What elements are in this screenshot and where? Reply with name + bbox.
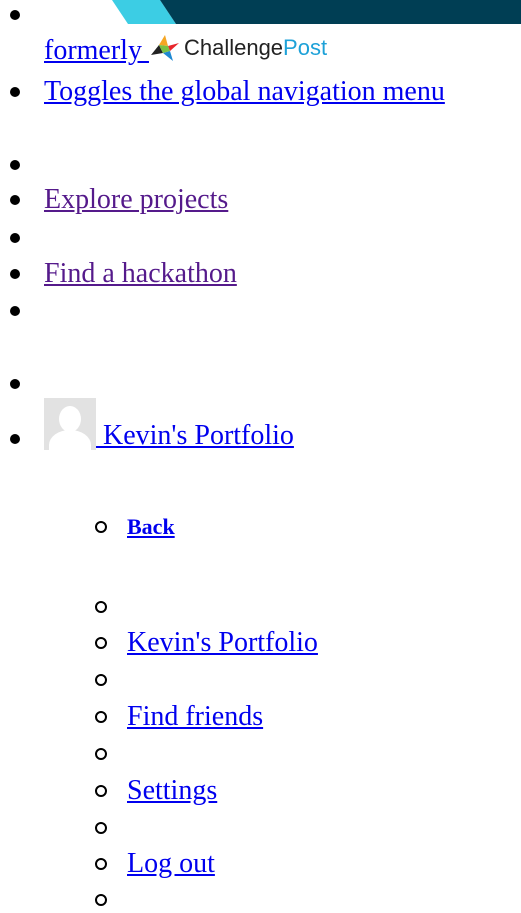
list-bullet — [10, 87, 20, 97]
list-bullet-circle — [95, 822, 107, 834]
find-hackathon-link[interactable]: Find a hackathon — [44, 254, 237, 294]
challengepost-logo: ChallengePost — [150, 31, 328, 65]
formerly-label: formerly — [44, 35, 149, 66]
list-bullet — [10, 195, 20, 205]
formerly-challengepost: formerly ChallengePost — [44, 31, 327, 71]
submenu-portfolio-link[interactable]: Kevin's Portfolio — [127, 623, 318, 663]
list-bullet — [10, 379, 20, 389]
explore-projects-link[interactable]: Explore projects — [44, 180, 228, 220]
user-portfolio-link[interactable]: Kevin's Portfolio — [44, 398, 294, 456]
list-bullet-circle — [95, 858, 107, 870]
banner-dark-band — [160, 0, 521, 24]
settings-link[interactable]: Settings — [127, 771, 217, 811]
list-bullet-circle — [95, 748, 107, 760]
list-bullet — [10, 306, 20, 316]
avatar — [44, 398, 96, 450]
formerly-link[interactable]: formerly — [44, 35, 149, 66]
find-friends-link[interactable]: Find friends — [127, 697, 263, 737]
logout-link[interactable]: Log out — [127, 844, 215, 884]
nav-toggle-row: Toggles the global navigation menu — [0, 72, 521, 112]
back-button[interactable]: Back — [127, 507, 175, 547]
nav-toggle-link[interactable]: Toggles the global navigation menu — [44, 72, 445, 112]
list-bullet — [10, 233, 20, 243]
list-bullet-circle — [95, 521, 107, 533]
list-bullet-circle — [95, 785, 107, 797]
user-portfolio-label: Kevin's Portfolio — [103, 420, 294, 451]
list-bullet-circle — [95, 711, 107, 723]
challengepost-star-icon — [150, 35, 179, 61]
list-bullet — [10, 10, 20, 20]
top-banner — [0, 0, 521, 24]
list-bullet-circle — [95, 601, 107, 613]
list-bullet-circle — [95, 894, 107, 906]
list-bullet — [10, 269, 20, 279]
list-bullet — [10, 434, 20, 444]
list-bullet — [10, 160, 20, 170]
challengepost-wordmark: ChallengePost — [183, 35, 328, 60]
banner-graphic — [112, 0, 521, 24]
list-bullet-circle — [95, 674, 107, 686]
list-bullet-circle — [95, 637, 107, 649]
